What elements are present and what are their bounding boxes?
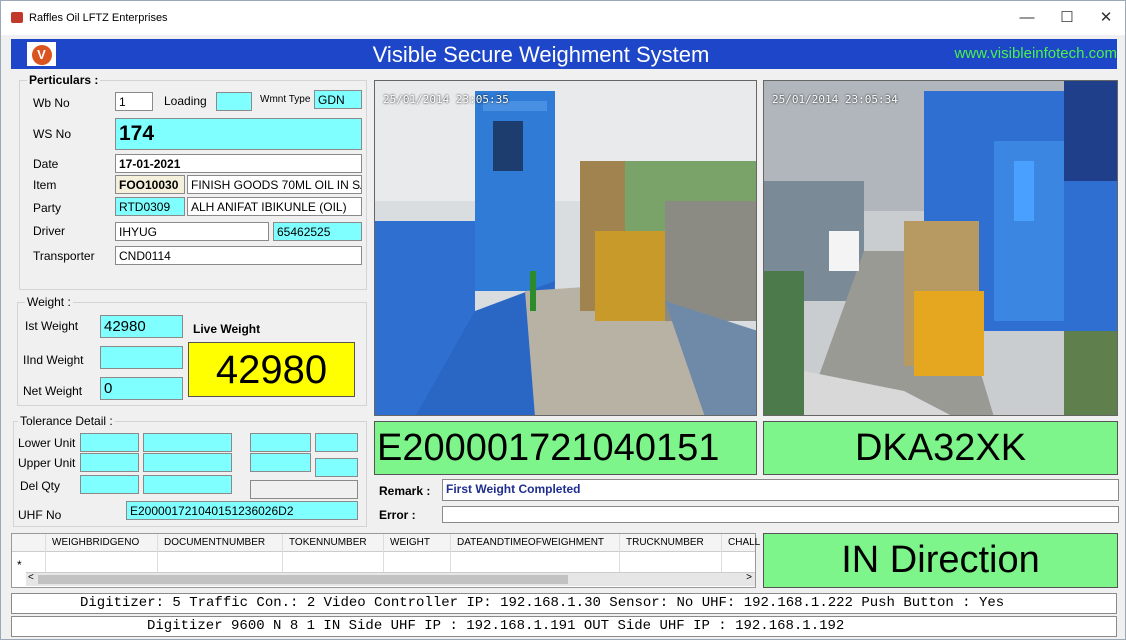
error-label: Error :	[379, 508, 416, 522]
status-line-1: Digitizer: 5 Traffic Con.: 2 Video Contr…	[11, 593, 1117, 614]
uhf-no-label: UHF No	[18, 508, 62, 522]
website-url[interactable]: www.visibleinfotech.com	[954, 45, 1117, 62]
weight-group-title: Weight :	[25, 295, 73, 309]
scroll-right-arrow[interactable]: >	[746, 572, 752, 583]
uhf-no-field[interactable]: E200001721040151236026D2	[126, 501, 358, 520]
col-dateandtime[interactable]: DATEANDTIMEOFWEIGHMENT	[457, 537, 604, 548]
driver-name-field[interactable]: IHYUG	[115, 222, 269, 241]
ws-no-label: WS No	[33, 127, 72, 141]
grid-separator	[45, 534, 46, 572]
first-weight-field[interactable]: 42980	[100, 315, 183, 338]
second-weight-field[interactable]	[100, 346, 183, 369]
date-field[interactable]: 17-01-2021	[115, 154, 362, 173]
net-weight-field[interactable]: 0	[100, 377, 183, 400]
wmnt-type-label: Wmnt Type	[260, 94, 311, 105]
date-label: Date	[33, 157, 59, 171]
grid-separator	[721, 534, 722, 572]
col-chall[interactable]: CHALL	[728, 537, 760, 548]
upper-unit-field-1[interactable]	[80, 453, 139, 472]
system-title: Visible Secure Weighment System	[372, 42, 710, 67]
lower-unit-field-4[interactable]	[315, 433, 358, 452]
grid-separator	[619, 534, 620, 572]
weighment-grid[interactable]: WEIGHBRIDGENO DOCUMENTNUMBER TOKENNUMBER…	[11, 533, 760, 588]
col-weighbridgeno[interactable]: WEIGHBRIDGENO	[52, 537, 139, 548]
loading-field[interactable]	[216, 92, 252, 111]
item-name-field[interactable]: FINISH GOODS 70ML OIL IN SAC	[187, 175, 362, 194]
new-row-marker: *	[17, 558, 22, 572]
particulars-group-title: Perticulars :	[27, 73, 101, 87]
live-weight-display: 42980	[188, 342, 355, 397]
del-qty-field-1[interactable]	[80, 475, 139, 494]
title-bar: Raffles Oil LFTZ Enterprises — ☐ ✕	[1, 1, 1125, 35]
grid-separator	[157, 534, 158, 572]
del-qty-field-2[interactable]	[143, 475, 232, 494]
vehicle-plate-display: DKA32XK	[763, 421, 1118, 475]
col-weight[interactable]: WEIGHT	[390, 537, 430, 548]
camera-view-1: 25/01/2014 23:05:35	[374, 80, 757, 416]
scroll-thumb[interactable]	[38, 575, 568, 584]
col-documentnumber[interactable]: DOCUMENTNUMBER	[164, 537, 265, 548]
header-banner: V Visible Secure Weighment System www.vi…	[11, 39, 1117, 69]
del-qty-label: Del Qty	[20, 479, 61, 493]
wmnt-type-field[interactable]: GDN	[314, 90, 362, 109]
party-name-field[interactable]: ALH ANIFAT IBIKUNLE (OIL)	[187, 197, 362, 216]
upper-unit-label: Upper Unit	[18, 456, 76, 470]
first-weight-label: Ist Weight	[25, 319, 79, 333]
maximize-button[interactable]: ☐	[1047, 7, 1087, 29]
lower-unit-label: Lower Unit	[18, 436, 76, 450]
scroll-left-arrow[interactable]: <	[28, 572, 34, 583]
status-line-2: Digitizer 9600 N 8 1 IN Side UHF IP : 19…	[11, 616, 1117, 637]
col-trucknumber[interactable]: TRUCKNUMBER	[626, 537, 704, 548]
second-weight-label: IInd Weight	[23, 353, 84, 367]
camera-scene-2	[764, 81, 1117, 415]
lower-unit-field-3[interactable]	[250, 433, 311, 452]
app-icon	[11, 12, 23, 23]
camera-1-timestamp: 25/01/2014 23:05:35	[383, 93, 509, 106]
party-label: Party	[33, 201, 62, 215]
driver-phone-field[interactable]: 65462525	[273, 222, 362, 241]
window-title: Raffles Oil LFTZ Enterprises	[29, 12, 168, 24]
camera-view-2: 25/01/2014 23:05:34	[763, 80, 1118, 416]
close-button[interactable]: ✕	[1086, 7, 1126, 29]
grid-separator	[383, 534, 384, 572]
camera-scene-1	[375, 81, 756, 415]
remark-field[interactable]: First Weight Completed	[442, 479, 1119, 501]
wb-no-field[interactable]: 1	[115, 92, 153, 111]
transporter-label: Transporter	[33, 249, 95, 263]
item-code-field[interactable]: FOO10030	[115, 175, 185, 194]
grid-separator	[450, 534, 451, 572]
wb-no-label: Wb No	[33, 96, 70, 110]
party-code-field[interactable]: RTD0309	[115, 197, 185, 216]
ws-no-field[interactable]: 174	[115, 118, 362, 150]
company-logo: V	[25, 40, 58, 68]
loading-label: Loading	[164, 94, 207, 108]
upper-unit-field-4[interactable]	[315, 458, 358, 477]
lower-unit-field-1[interactable]	[80, 433, 139, 452]
live-weight-label: Live Weight	[193, 322, 261, 336]
remark-label: Remark :	[379, 484, 431, 498]
upper-unit-field-2[interactable]	[143, 453, 232, 472]
item-label: Item	[33, 178, 57, 192]
grid-separator	[282, 534, 283, 572]
logo-letter: V	[31, 45, 52, 65]
camera-2-timestamp: 25/01/2014 23:05:34	[772, 93, 898, 106]
tolerance-group-title: Tolerance Detail :	[18, 414, 115, 428]
lower-unit-field-2[interactable]	[143, 433, 232, 452]
driver-label: Driver	[33, 224, 65, 238]
del-qty-field-3[interactable]	[250, 480, 358, 499]
upper-unit-field-3[interactable]	[250, 453, 311, 472]
app-window: Raffles Oil LFTZ Enterprises — ☐ ✕ V Vis…	[0, 0, 1126, 640]
rfid-tag-display: E200001721040151	[374, 421, 757, 475]
transporter-field[interactable]: CND0114	[115, 246, 362, 265]
minimize-button[interactable]: —	[1007, 7, 1047, 29]
direction-display: IN Direction	[763, 533, 1118, 588]
error-field[interactable]	[442, 506, 1119, 523]
net-weight-label: Net Weight	[23, 384, 83, 398]
grid-horizontal-scrollbar[interactable]: < >	[26, 572, 755, 586]
col-tokennumber[interactable]: TOKENNUMBER	[289, 537, 367, 548]
